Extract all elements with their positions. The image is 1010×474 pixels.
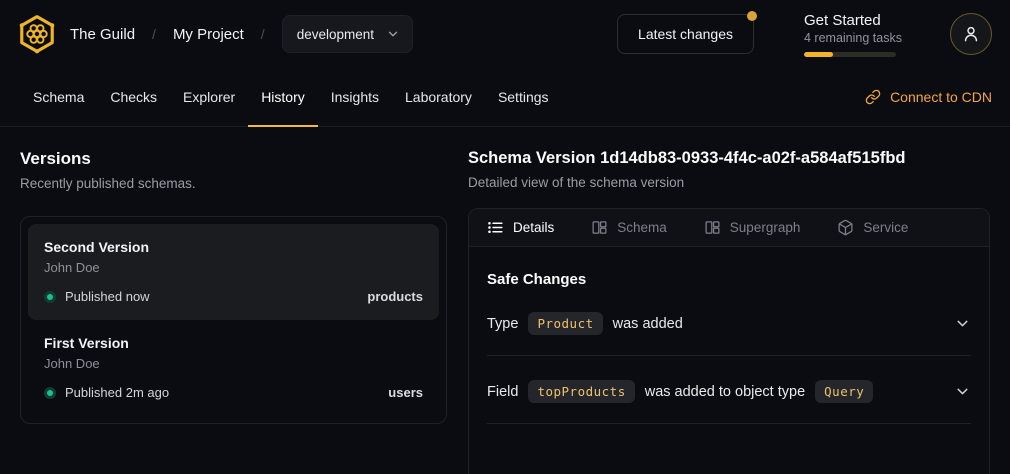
published-dot-icon — [47, 390, 53, 396]
list-icon — [487, 219, 504, 236]
nav-tab-schema[interactable]: Schema — [20, 68, 97, 127]
detail-body: Safe Changes Type Product was added Fiel… — [469, 247, 989, 424]
breadcrumb-separator: / — [152, 26, 156, 42]
service-name: products — [367, 289, 423, 304]
breadcrumb-org[interactable]: The Guild — [70, 26, 135, 43]
target-selector-value: development — [297, 27, 374, 42]
get-started-widget[interactable]: Get Started 4 remaining tasks — [804, 12, 898, 57]
latest-changes-label: Latest changes — [638, 26, 733, 42]
detail-tabbar: Details Schema Supergraph — [469, 209, 989, 247]
service-name: users — [388, 385, 423, 400]
change-text: was added to object type — [645, 384, 805, 400]
get-started-progressbar — [804, 52, 896, 57]
link-icon — [865, 89, 881, 105]
main-nav: Schema Checks Explorer History Insights … — [0, 68, 1010, 127]
change-text: was added — [613, 316, 683, 332]
schema-version-subtitle: Detailed view of the schema version — [468, 175, 990, 190]
change-text: Field — [487, 384, 518, 400]
breadcrumb-project[interactable]: My Project — [173, 26, 244, 43]
detail-tab-supergraph[interactable]: Supergraph — [704, 219, 801, 236]
app-header: The Guild / My Project / development Lat… — [0, 0, 1010, 68]
get-started-title: Get Started — [804, 12, 898, 29]
latest-changes-button[interactable]: Latest changes — [617, 14, 754, 54]
nav-tab-insights[interactable]: Insights — [318, 68, 392, 127]
detail-tab-label: Supergraph — [730, 220, 801, 235]
version-name: First Version — [44, 335, 423, 351]
schema-version-title: Schema Version 1d14db83-0933-4f4c-a02f-a… — [468, 149, 990, 168]
user-avatar[interactable] — [950, 13, 992, 55]
published-label: Published 2m ago — [65, 385, 169, 400]
change-code: Query — [815, 380, 873, 403]
change-row-type-added[interactable]: Type Product was added — [487, 292, 971, 356]
cube-icon — [837, 219, 854, 236]
version-name: Second Version — [44, 239, 423, 255]
nav-tab-checks[interactable]: Checks — [97, 68, 170, 127]
version-detail-panel: Schema Version 1d14db83-0933-4f4c-a02f-a… — [468, 127, 990, 474]
version-author: John Doe — [44, 260, 423, 275]
chevron-down-icon[interactable] — [954, 383, 971, 400]
hive-logo-icon[interactable] — [16, 13, 58, 55]
change-code: Product — [528, 312, 602, 335]
progress-fill — [804, 52, 833, 57]
detail-tab-service[interactable]: Service — [837, 219, 908, 236]
change-text: Type — [487, 316, 518, 332]
version-detail-box: Details Schema Supergraph — [468, 208, 990, 474]
main-content: Versions Recently published schemas. Sec… — [0, 127, 1010, 474]
detail-tab-label: Schema — [617, 220, 667, 235]
published-label: Published now — [65, 289, 150, 304]
change-code: topProducts — [528, 380, 634, 403]
version-card-second[interactable]: Second Version John Doe Published now pr… — [28, 224, 439, 320]
change-row-field-added[interactable]: Field topProducts was added to object ty… — [487, 360, 971, 424]
target-selector[interactable]: development — [282, 15, 413, 53]
user-icon — [961, 24, 981, 44]
chevron-down-icon[interactable] — [954, 315, 971, 332]
nav-tab-laboratory[interactable]: Laboratory — [392, 68, 485, 127]
header-actions: Latest changes Get Started 4 remaining t… — [617, 12, 992, 57]
columns-icon — [591, 219, 608, 236]
connect-cdn-label: Connect to CDN — [890, 89, 992, 105]
detail-tab-schema[interactable]: Schema — [591, 219, 667, 236]
nav-tab-explorer[interactable]: Explorer — [170, 68, 248, 127]
breadcrumb-separator: / — [261, 26, 265, 42]
detail-tab-label: Details — [513, 220, 554, 235]
versions-list: Second Version John Doe Published now pr… — [20, 216, 447, 424]
published-dot-icon — [47, 294, 53, 300]
detail-tab-details[interactable]: Details — [487, 219, 554, 236]
versions-subtitle: Recently published schemas. — [20, 176, 447, 191]
nav-tab-history[interactable]: History — [248, 68, 318, 127]
connect-cdn-link[interactable]: Connect to CDN — [865, 68, 992, 126]
breadcrumb: The Guild / My Project / development — [70, 15, 413, 53]
version-card-first[interactable]: First Version John Doe Published 2m ago … — [28, 320, 439, 416]
chevron-down-icon — [386, 27, 400, 41]
safe-changes-title: Safe Changes — [487, 271, 971, 288]
notification-dot — [747, 11, 757, 21]
version-author: John Doe — [44, 356, 423, 371]
versions-title: Versions — [20, 149, 447, 169]
detail-tab-label: Service — [863, 220, 908, 235]
versions-panel: Versions Recently published schemas. Sec… — [20, 127, 447, 474]
columns-icon — [704, 219, 721, 236]
get-started-subtitle: 4 remaining tasks — [804, 31, 898, 45]
nav-tab-settings[interactable]: Settings — [485, 68, 562, 127]
